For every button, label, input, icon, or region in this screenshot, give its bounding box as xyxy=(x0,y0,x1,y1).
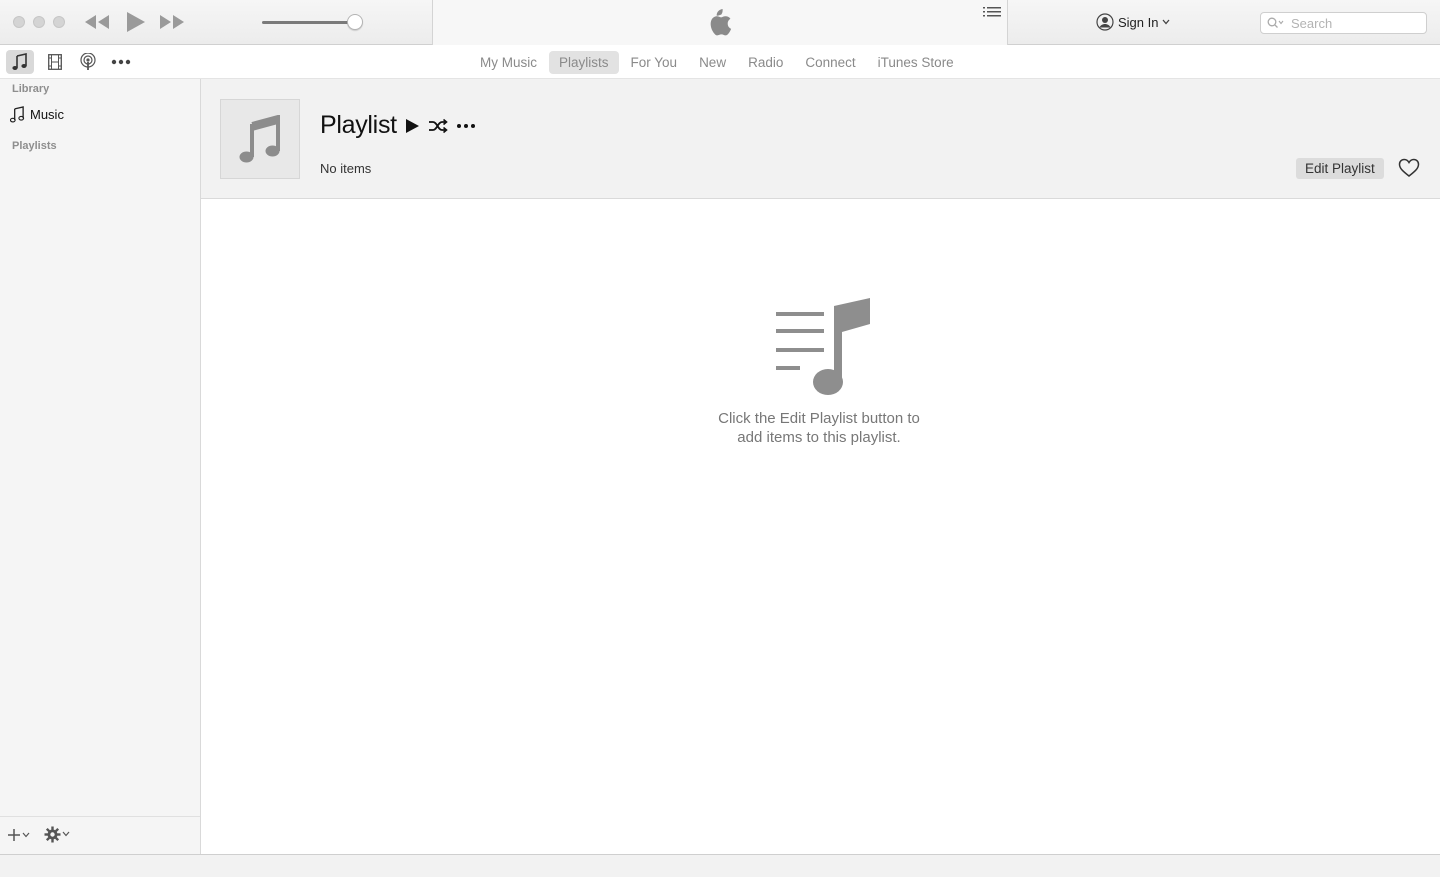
fast-forward-button[interactable] xyxy=(158,11,186,33)
play-icon xyxy=(406,119,419,133)
settings-menu-button[interactable] xyxy=(44,825,70,843)
fast-forward-icon xyxy=(160,15,184,29)
playlist-artwork xyxy=(220,99,300,179)
love-button[interactable] xyxy=(1398,158,1420,183)
search-input[interactable] xyxy=(1291,15,1421,31)
library-section-label: Library xyxy=(12,83,50,95)
tab-playlists[interactable]: Playlists xyxy=(549,50,619,74)
sidebar: Library Music Playlists xyxy=(0,79,201,854)
more-icon xyxy=(457,124,475,128)
music-note-icon xyxy=(10,105,25,122)
empty-state-line-2: add items to this playlist. xyxy=(737,429,901,446)
status-display xyxy=(432,0,1008,45)
playlists-section-label: Playlists xyxy=(12,140,57,152)
media-music-button[interactable] xyxy=(6,50,34,74)
navigation-bar: My Music Playlists For You New Radio Con… xyxy=(0,45,1440,79)
status-bar xyxy=(0,854,1440,877)
tab-for-you[interactable]: For You xyxy=(621,51,688,74)
tab-radio[interactable]: Radio xyxy=(738,51,793,74)
edit-playlist-button[interactable]: Edit Playlist xyxy=(1296,158,1384,179)
plus-icon xyxy=(8,829,20,841)
shuffle-icon xyxy=(429,118,448,134)
empty-playlist-icon xyxy=(776,298,870,395)
playlist-header: Playlist No items Edit Playlist xyxy=(201,79,1440,199)
title-bar: Sign In xyxy=(0,0,1440,45)
rewind-button[interactable] xyxy=(83,11,111,33)
tab-new[interactable]: New xyxy=(689,51,736,74)
minimize-window-button[interactable] xyxy=(33,16,45,28)
account-icon xyxy=(1096,13,1114,31)
chevron-down-icon xyxy=(62,831,70,837)
play-button[interactable] xyxy=(122,11,148,33)
rewind-icon xyxy=(85,15,109,29)
chevron-down-icon xyxy=(22,832,30,838)
media-movies-button[interactable] xyxy=(41,50,69,74)
media-podcasts-button[interactable] xyxy=(74,50,102,74)
up-next-list-icon[interactable] xyxy=(983,6,1001,20)
playlist-title: Playlist xyxy=(320,111,397,139)
gear-icon xyxy=(44,826,61,842)
volume-slider-knob[interactable] xyxy=(347,14,363,30)
empty-state-message: Click the Edit Playlist button to add it… xyxy=(669,409,969,447)
media-more-button[interactable] xyxy=(107,50,135,74)
volume-slider[interactable] xyxy=(262,21,354,24)
zoom-window-button[interactable] xyxy=(53,16,65,28)
close-window-button[interactable] xyxy=(13,16,25,28)
apple-logo-icon xyxy=(710,9,732,36)
tab-itunes-store[interactable]: iTunes Store xyxy=(868,51,964,74)
section-tabs: My Music Playlists For You New Radio Con… xyxy=(470,49,964,75)
chevron-down-icon xyxy=(1162,19,1170,25)
playlist-item-count: No items xyxy=(320,161,372,176)
heart-icon xyxy=(1398,158,1420,177)
search-field[interactable] xyxy=(1260,12,1427,34)
add-playlist-button[interactable] xyxy=(7,826,30,844)
search-icon xyxy=(1267,17,1284,28)
tab-connect[interactable]: Connect xyxy=(795,51,865,74)
film-icon xyxy=(48,54,62,70)
sign-in-button[interactable]: Sign In xyxy=(1096,12,1170,32)
music-note-icon xyxy=(12,53,27,70)
empty-state-line-1: Click the Edit Playlist button to xyxy=(718,410,920,427)
music-note-icon xyxy=(239,115,280,163)
more-icon xyxy=(111,59,131,65)
play-playlist-button[interactable] xyxy=(404,118,420,139)
play-icon xyxy=(127,12,145,32)
shuffle-button[interactable] xyxy=(428,118,448,139)
sidebar-footer xyxy=(0,816,200,854)
podcast-icon xyxy=(80,53,96,70)
sign-in-label: Sign In xyxy=(1118,14,1159,30)
tab-my-music[interactable]: My Music xyxy=(470,51,547,74)
sidebar-item-music[interactable]: Music xyxy=(10,105,64,123)
playlist-more-button[interactable] xyxy=(456,118,476,139)
sidebar-item-label: Music xyxy=(30,106,64,122)
